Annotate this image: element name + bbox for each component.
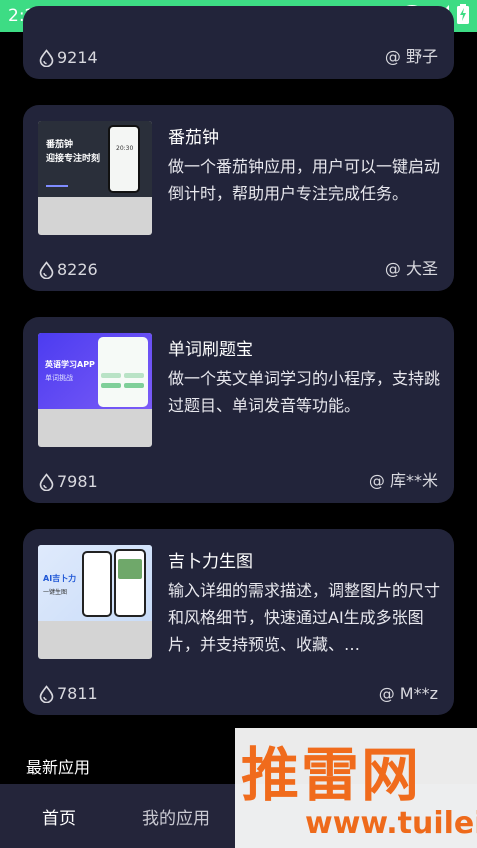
card-stat: 8226 bbox=[38, 260, 98, 279]
app-thumbnail: AI吉卜力 一键生图 bbox=[38, 545, 152, 659]
card-stat: 7981 bbox=[38, 472, 98, 491]
watermark-main: 推雷网 bbox=[241, 741, 422, 809]
card-author: @ M**z bbox=[378, 684, 438, 703]
drop-icon bbox=[39, 48, 54, 67]
thumb-phone bbox=[98, 337, 148, 407]
watermark-url: www.tuilei.com bbox=[305, 806, 477, 841]
card-title: 单词刷题宝 bbox=[168, 340, 253, 360]
card-title: 番茄钟 bbox=[168, 128, 219, 148]
thumb-line2: 迎接专注时刻 bbox=[46, 154, 101, 164]
card-stat: 9214 bbox=[38, 48, 98, 67]
drop-icon bbox=[39, 684, 54, 703]
app-thumbnail: 英语学习APP 单词挑战 bbox=[38, 333, 152, 447]
app-card[interactable]: 英语学习APP 单词挑战 单词刷题宝 做一个英文单词学习的小程序，支持跳过题目、… bbox=[23, 317, 454, 503]
drop-icon bbox=[39, 260, 54, 279]
battery-charging-icon bbox=[457, 4, 469, 28]
thumb-line1: AI吉卜力 bbox=[43, 574, 77, 583]
card-description: 做一个番茄钟应用，用户可以一键启动倒计时，帮助用户专注完成任务。 bbox=[168, 157, 441, 203]
thumb-phone bbox=[108, 125, 140, 193]
card-description: 做一个英文单词学习的小程序，支持跳过题目、单词发音等功能。 bbox=[168, 369, 441, 415]
watermark-logo: 推雷网 www.tuilei.com bbox=[235, 728, 477, 848]
thumb-line2: 单词挑战 bbox=[45, 374, 73, 382]
thumb-line2: 一键生图 bbox=[43, 589, 68, 596]
card-count: 9214 bbox=[57, 48, 98, 67]
nav-home-tab[interactable]: 首页 bbox=[42, 804, 76, 829]
section-title-latest: 最新应用 bbox=[26, 758, 91, 777]
thumb-line1: 英语学习APP bbox=[45, 360, 95, 369]
card-description: 输入详细的需求描述，调整图片的尺寸和风格细节，快速通过AI生成多张图片，并支持预… bbox=[168, 581, 441, 654]
app-thumbnail: 番茄钟 迎接专注时刻 20:30 bbox=[38, 121, 152, 235]
app-card[interactable]: 9214 @ 野子 bbox=[23, 6, 454, 79]
card-title: 吉卜力生图 bbox=[168, 552, 253, 572]
card-author: @ 大圣 bbox=[384, 259, 438, 278]
drop-icon bbox=[39, 472, 54, 491]
card-author: @ 野子 bbox=[384, 47, 438, 66]
card-count: 7811 bbox=[57, 684, 98, 703]
thumb-timer: 20:30 bbox=[116, 145, 134, 152]
card-author: @ 库**米 bbox=[368, 471, 438, 490]
card-count: 8226 bbox=[57, 260, 98, 279]
app-card[interactable]: AI吉卜力 一键生图 吉卜力生图 输入详细的需求描述，调整图片的尺寸和风格细节，… bbox=[23, 529, 454, 715]
card-count: 7981 bbox=[57, 472, 98, 491]
app-card[interactable]: 番茄钟 迎接专注时刻 20:30 番茄钟 做一个番茄钟应用，用户可以一键启动倒计… bbox=[23, 105, 454, 291]
nav-my-apps-tab[interactable]: 我的应用 bbox=[142, 804, 210, 829]
thumb-line1: 番茄钟 bbox=[46, 140, 74, 150]
thumb-phone bbox=[82, 551, 112, 617]
card-stat: 7811 bbox=[38, 684, 98, 703]
